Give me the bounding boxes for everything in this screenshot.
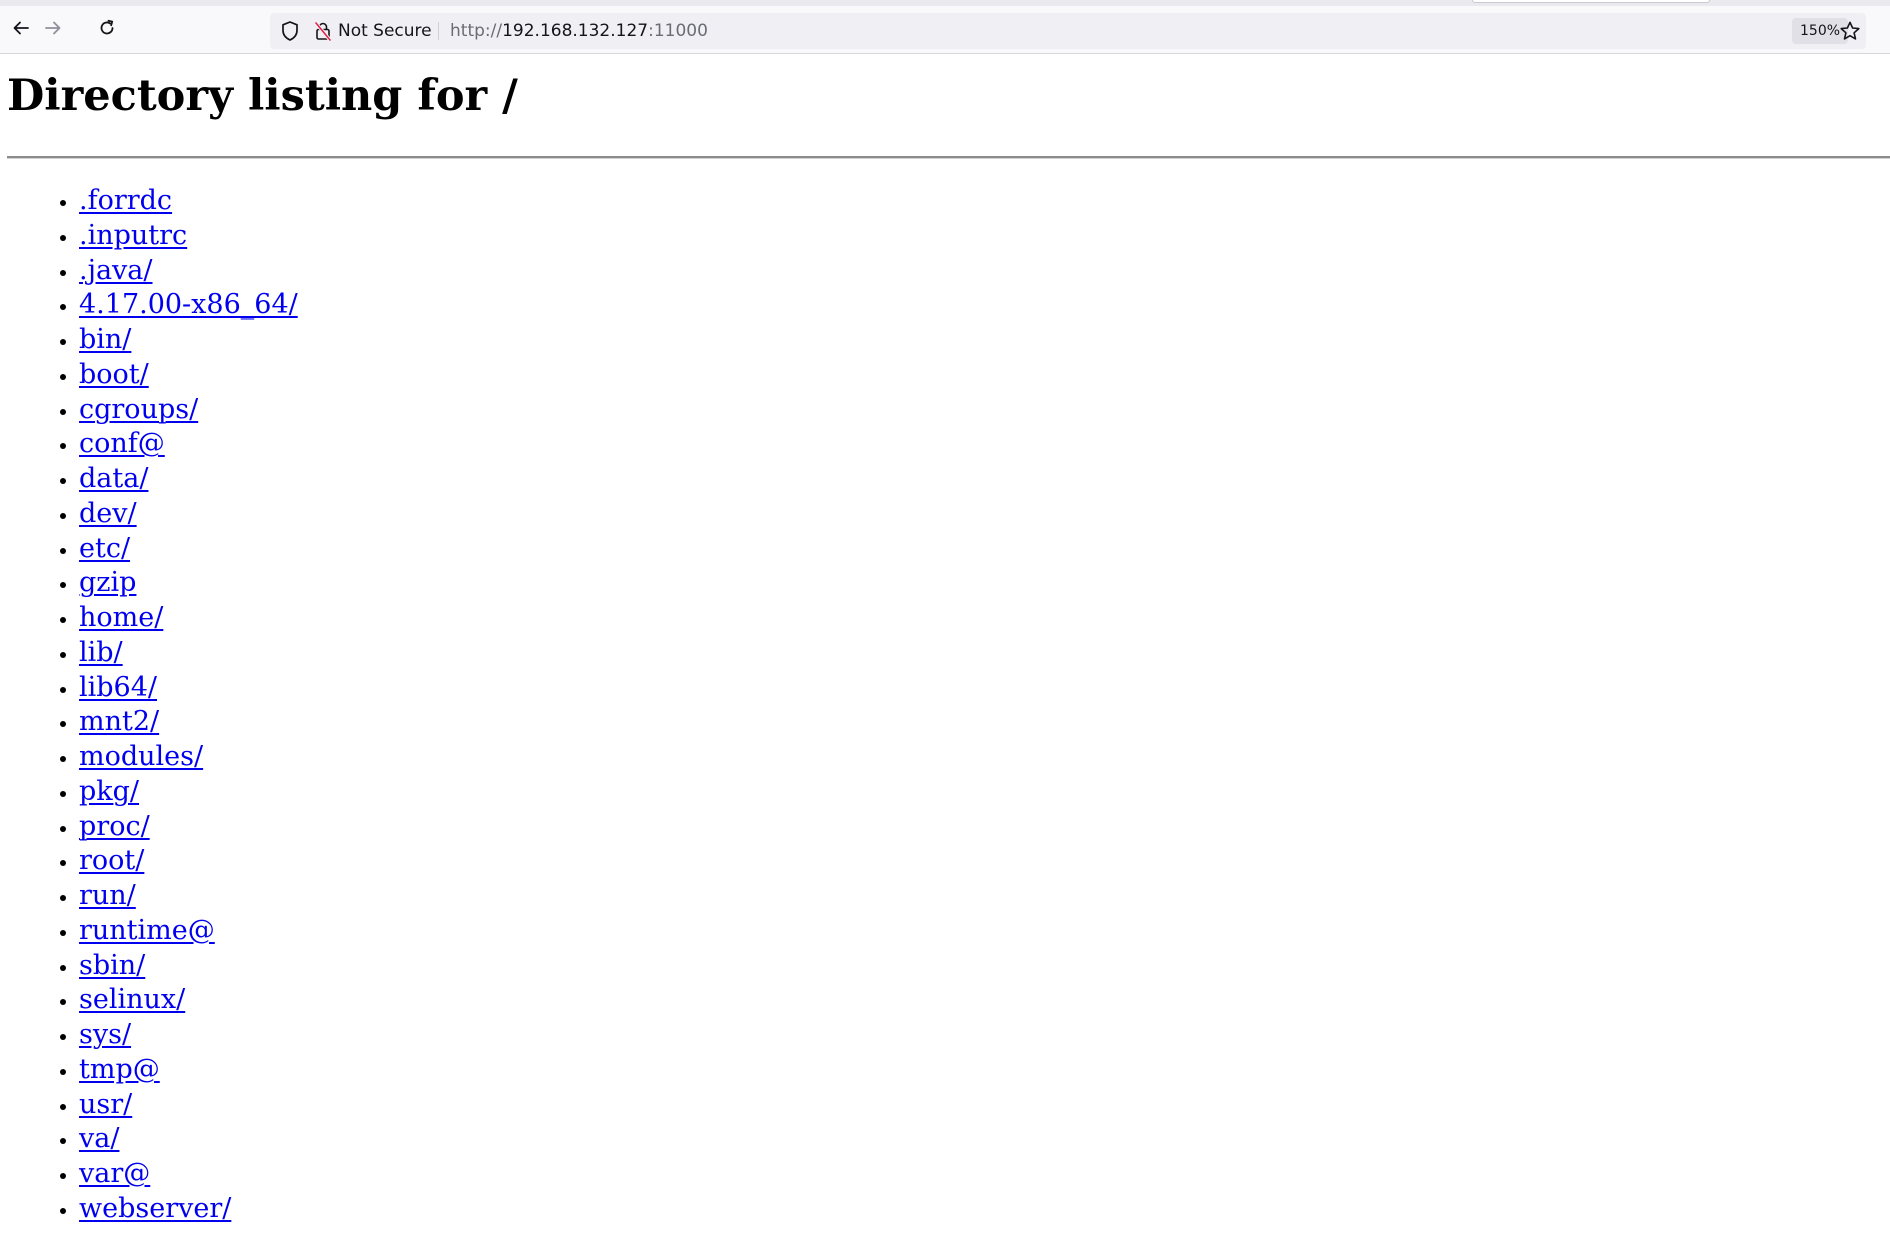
list-item: dev/ — [79, 497, 298, 532]
address-bar[interactable]: Not Secure http://192.168.132.127:11000 … — [270, 13, 1866, 49]
page-title: Directory listing for / — [7, 71, 518, 121]
list-item: gzip — [79, 566, 298, 601]
directory-entry-link[interactable]: home/ — [79, 602, 163, 633]
directory-entry-link[interactable]: conf@ — [79, 428, 165, 459]
directory-entry-link[interactable]: cgroups/ — [79, 394, 198, 425]
directory-entry-link[interactable]: proc/ — [79, 811, 150, 842]
url-divider — [438, 22, 439, 40]
directory-entry-link[interactable]: bin/ — [79, 324, 131, 355]
list-item: data/ — [79, 462, 298, 497]
list-item: .inputrc — [79, 219, 298, 254]
directory-entry-link[interactable]: .inputrc — [79, 220, 187, 251]
forward-button[interactable] — [35, 10, 71, 46]
forward-icon — [43, 18, 63, 38]
directory-entry-link[interactable]: etc/ — [79, 533, 130, 564]
directory-entry-link[interactable]: boot/ — [79, 359, 149, 390]
url-text[interactable]: http://192.168.132.127:11000 — [450, 13, 708, 49]
directory-entry-link[interactable]: var@ — [79, 1158, 150, 1189]
list-item: va/ — [79, 1122, 298, 1157]
list-item: .java/ — [79, 254, 298, 289]
directory-entry-link[interactable]: runtime@ — [79, 915, 215, 946]
directory-entry-link[interactable]: lib64/ — [79, 672, 157, 703]
title-divider — [7, 156, 1890, 159]
directory-entry-link[interactable]: modules/ — [79, 741, 203, 772]
list-item: run/ — [79, 879, 298, 914]
list-item: proc/ — [79, 810, 298, 845]
directory-entry-link[interactable]: lib/ — [79, 637, 123, 668]
browser-toolbar: Not Secure http://192.168.132.127:11000 … — [0, 6, 1890, 54]
directory-entry-link[interactable]: root/ — [79, 845, 144, 876]
reload-icon — [97, 18, 117, 38]
insecure-lock-icon[interactable] — [312, 19, 334, 43]
list-item: mnt2/ — [79, 705, 298, 740]
directory-entry-link[interactable]: webserver/ — [79, 1193, 231, 1224]
directory-entry-link[interactable]: .forrdc — [79, 185, 172, 216]
url-port: :11000 — [648, 21, 708, 41]
directory-entry-link[interactable]: sys/ — [79, 1019, 131, 1050]
directory-entry-link[interactable]: usr/ — [79, 1089, 132, 1120]
directory-listing: .forrdc .inputrc .java/4.17.00-x86_64/bin/… — [0, 184, 298, 1227]
list-item: webserver/ — [79, 1192, 298, 1227]
directory-entry-link[interactable]: va/ — [79, 1123, 119, 1154]
shield-icon[interactable] — [278, 19, 302, 43]
directory-entry-link[interactable]: gzip — [79, 567, 136, 598]
reload-button[interactable] — [89, 10, 125, 46]
list-item: etc/ — [79, 532, 298, 567]
list-item: lib64/ — [79, 671, 298, 706]
directory-entry-link[interactable]: run/ — [79, 880, 136, 911]
list-item: boot/ — [79, 358, 298, 393]
list-item: sbin/ — [79, 949, 298, 984]
list-item: .forrdc — [79, 184, 298, 219]
list-item: root/ — [79, 844, 298, 879]
directory-entry-link[interactable]: tmp@ — [79, 1054, 160, 1085]
list-item: home/ — [79, 601, 298, 636]
list-item: selinux/ — [79, 983, 298, 1018]
list-item: tmp@ — [79, 1053, 298, 1088]
security-label[interactable]: Not Secure — [338, 13, 432, 49]
back-icon — [11, 18, 31, 38]
directory-entry-link[interactable]: mnt2/ — [79, 706, 159, 737]
list-item: runtime@ — [79, 914, 298, 949]
list-item: var@ — [79, 1157, 298, 1192]
list-item: 4.17.00-x86_64/ — [79, 288, 298, 323]
directory-entry-link[interactable]: dev/ — [79, 498, 137, 529]
directory-entry-link[interactable]: pkg/ — [79, 776, 139, 807]
back-button[interactable] — [3, 10, 39, 46]
list-item: usr/ — [79, 1088, 298, 1123]
list-item: sys/ — [79, 1018, 298, 1053]
bookmark-star-icon[interactable] — [1838, 19, 1862, 43]
directory-entry-link[interactable]: .java/ — [79, 255, 153, 286]
list-item: modules/ — [79, 740, 298, 775]
list-item: bin/ — [79, 323, 298, 358]
list-item: conf@ — [79, 427, 298, 462]
active-tab-edge[interactable] — [1472, 0, 1710, 3]
list-item: pkg/ — [79, 775, 298, 810]
directory-entry-link[interactable]: 4.17.00-x86_64/ — [79, 289, 298, 320]
list-item: lib/ — [79, 636, 298, 671]
list-item: cgroups/ — [79, 393, 298, 428]
directory-entry-link[interactable]: data/ — [79, 463, 148, 494]
url-host: 192.168.132.127 — [502, 21, 649, 41]
directory-entry-link[interactable]: selinux/ — [79, 984, 185, 1015]
page-content: Directory listing for / .forrdc .inputrc.… — [0, 55, 1890, 1243]
url-scheme: http:// — [450, 21, 503, 41]
directory-entry-link[interactable]: sbin/ — [79, 950, 145, 981]
